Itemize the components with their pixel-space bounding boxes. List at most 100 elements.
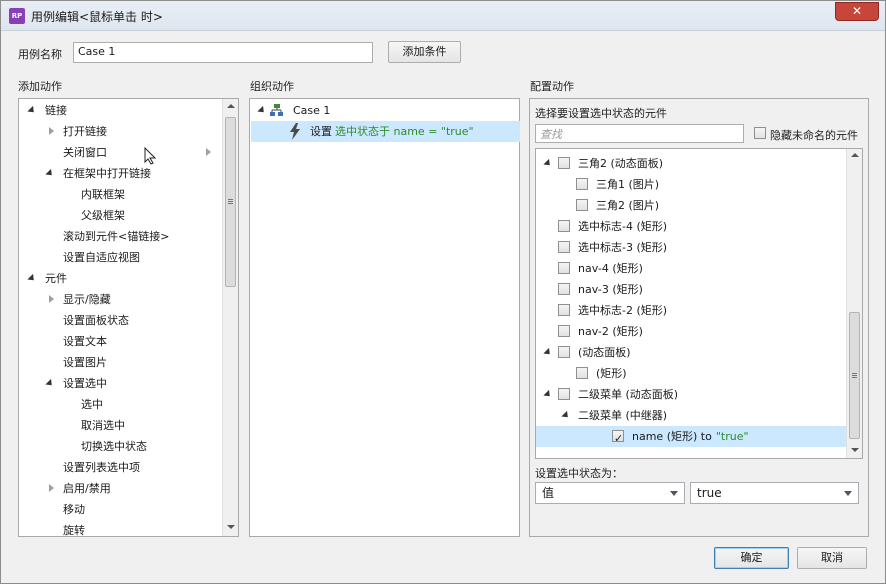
widget-label: 二级菜单 (动态面板) bbox=[578, 388, 679, 401]
widget-search-input[interactable]: 查找 bbox=[535, 124, 744, 143]
widget-item[interactable]: nav-4 (矩形) bbox=[536, 258, 846, 279]
add-action-label: 在框架中打开链接 bbox=[63, 167, 151, 180]
widget-checkbox[interactable] bbox=[558, 220, 570, 232]
collapsed-toggle-icon[interactable] bbox=[49, 127, 54, 135]
state-mode-value: 值 bbox=[542, 486, 555, 500]
widget-checkbox[interactable] bbox=[558, 388, 570, 400]
add-action-item[interactable]: 取消选中 bbox=[19, 415, 221, 436]
widget-label: 选中标志-2 (矩形) bbox=[578, 304, 668, 317]
expanded-toggle-icon[interactable] bbox=[27, 273, 37, 284]
add-action-item[interactable]: 内联框架 bbox=[19, 184, 221, 205]
collapsed-toggle-icon[interactable] bbox=[49, 484, 54, 492]
expanded-toggle-icon[interactable] bbox=[257, 105, 267, 116]
scroll-thumb[interactable] bbox=[225, 117, 236, 287]
widget-item[interactable]: 二级菜单 (中继器) bbox=[536, 405, 846, 426]
expanded-toggle-icon[interactable] bbox=[543, 347, 553, 358]
action-row-set-selected[interactable]: 设置 选中状态于 name = "true" bbox=[251, 121, 520, 142]
state-value-select[interactable]: true bbox=[690, 482, 859, 504]
widget-checkbox[interactable] bbox=[612, 428, 624, 449]
add-action-item[interactable]: 打开链接 bbox=[19, 121, 221, 142]
add-action-item[interactable]: 滚动到元件<锚链接> bbox=[19, 226, 221, 247]
scroll-up-icon[interactable] bbox=[851, 153, 859, 157]
widget-item[interactable]: (矩形) bbox=[536, 363, 846, 384]
collapsed-toggle-icon[interactable] bbox=[49, 295, 54, 303]
widget-item[interactable]: 选中标志-2 (矩形) bbox=[536, 300, 846, 321]
title-bar[interactable]: RP 用例编辑<鼠标单击 时> ✕ bbox=[1, 1, 885, 31]
add-condition-button[interactable]: 添加条件 bbox=[388, 41, 461, 63]
ok-button[interactable]: 确定 bbox=[714, 547, 789, 569]
widget-item[interactable]: 三角1 (图片) bbox=[536, 174, 846, 195]
add-action-item[interactable]: 旋转 bbox=[19, 520, 221, 541]
widget-item[interactable]: 选中标志-3 (矩形) bbox=[536, 237, 846, 258]
widget-checkbox[interactable] bbox=[576, 178, 588, 190]
add-action-item[interactable]: 链接 bbox=[19, 100, 221, 121]
expanded-toggle-icon[interactable] bbox=[27, 105, 37, 116]
organize-action-tree[interactable]: Case 1 设置 选中状态于 name = "true" bbox=[249, 98, 520, 537]
add-action-label: 关闭窗口 bbox=[63, 146, 107, 159]
expanded-toggle-icon[interactable] bbox=[45, 168, 55, 179]
widget-item[interactable]: 三角2 (图片) bbox=[536, 195, 846, 216]
widget-label: 三角1 (图片) bbox=[596, 178, 660, 191]
grip-line bbox=[228, 201, 233, 202]
widget-item[interactable]: 二级菜单 (动态面板) bbox=[536, 384, 846, 405]
case-row[interactable]: Case 1 bbox=[254, 100, 518, 121]
widget-value: "true" bbox=[715, 430, 749, 443]
widget-checkbox[interactable] bbox=[576, 367, 588, 379]
add-action-label: 旋转 bbox=[63, 524, 85, 537]
widget-item[interactable]: 选中标志-4 (矩形) bbox=[536, 216, 846, 237]
add-action-item[interactable]: 设置自适应视图 bbox=[19, 247, 221, 268]
widget-checkbox[interactable] bbox=[558, 346, 570, 358]
add-action-label: 设置列表选中项 bbox=[63, 461, 140, 474]
add-action-item[interactable]: 元件 bbox=[19, 268, 221, 289]
widget-checkbox[interactable] bbox=[558, 157, 570, 169]
add-action-item[interactable]: 关闭窗口 bbox=[19, 142, 221, 163]
widget-checkbox[interactable] bbox=[558, 304, 570, 316]
hide-unnamed-checkbox[interactable] bbox=[754, 127, 766, 139]
add-action-item[interactable]: 显示/隐藏 bbox=[19, 289, 221, 310]
add-action-label: 元件 bbox=[45, 272, 67, 285]
expanded-toggle-icon[interactable] bbox=[543, 158, 553, 169]
action-detail: 选中状态于 name = "true" bbox=[335, 125, 474, 138]
grip-line bbox=[852, 375, 857, 376]
close-button[interactable]: ✕ bbox=[835, 2, 879, 21]
add-action-item[interactable]: 切换选中状态 bbox=[19, 436, 221, 457]
submenu-arrow-icon bbox=[206, 148, 211, 156]
widget-checkbox[interactable] bbox=[576, 199, 588, 211]
add-action-item[interactable]: 设置图片 bbox=[19, 352, 221, 373]
widget-item[interactable]: nav-2 (矩形) bbox=[536, 321, 846, 342]
widget-checkbox[interactable] bbox=[558, 283, 570, 295]
widget-tree[interactable]: 三角2 (动态面板) 三角1 (图片) 三角2 (图片) 选中标志-4 (矩形) 选中标… bbox=[535, 148, 863, 459]
scroll-up-icon[interactable] bbox=[227, 104, 235, 108]
widget-item[interactable]: 三角2 (动态面板) bbox=[536, 153, 846, 174]
scroll-thumb[interactable] bbox=[849, 312, 860, 439]
expanded-toggle-icon[interactable] bbox=[543, 389, 553, 400]
add-action-item[interactable]: 选中 bbox=[19, 394, 221, 415]
case-name-input[interactable]: Case 1 bbox=[73, 42, 373, 63]
state-mode-select[interactable]: 值 bbox=[535, 482, 685, 504]
add-action-item[interactable]: 在框架中打开链接 bbox=[19, 163, 221, 184]
add-action-label: 显示/隐藏 bbox=[63, 293, 111, 306]
axure-app-icon: RP bbox=[9, 8, 25, 24]
add-action-item[interactable]: 移动 bbox=[19, 499, 221, 520]
scroll-down-icon[interactable] bbox=[227, 525, 235, 529]
add-action-item[interactable]: 设置面板状态 bbox=[19, 310, 221, 331]
widget-checkbox[interactable] bbox=[558, 325, 570, 337]
add-action-scrollbar[interactable] bbox=[222, 99, 238, 536]
grip-line bbox=[852, 373, 857, 374]
add-action-item[interactable]: 设置文本 bbox=[19, 331, 221, 352]
widget-tree-scrollbar[interactable] bbox=[846, 149, 862, 458]
widget-item[interactable]: name (矩形) to"true" bbox=[536, 426, 846, 449]
widget-checkbox[interactable] bbox=[558, 241, 570, 253]
expanded-toggle-icon[interactable] bbox=[45, 378, 55, 389]
scroll-down-icon[interactable] bbox=[851, 448, 859, 452]
widget-item[interactable]: nav-3 (矩形) bbox=[536, 279, 846, 300]
widget-checkbox[interactable] bbox=[558, 262, 570, 274]
widget-item[interactable]: (动态面板) bbox=[536, 342, 846, 363]
expanded-toggle-icon[interactable] bbox=[561, 410, 571, 421]
add-action-item[interactable]: 设置选中 bbox=[19, 373, 221, 394]
add-action-item[interactable]: 父级框架 bbox=[19, 205, 221, 226]
add-action-tree[interactable]: 链接 打开链接关闭窗口在框架中打开链接内联框架 父级框架 滚动到元件<锚链接> 设置自适… bbox=[18, 98, 239, 537]
add-action-item[interactable]: 启用/禁用 bbox=[19, 478, 221, 499]
cancel-button[interactable]: 取消 bbox=[797, 547, 867, 569]
add-action-item[interactable]: 设置列表选中项 bbox=[19, 457, 221, 478]
